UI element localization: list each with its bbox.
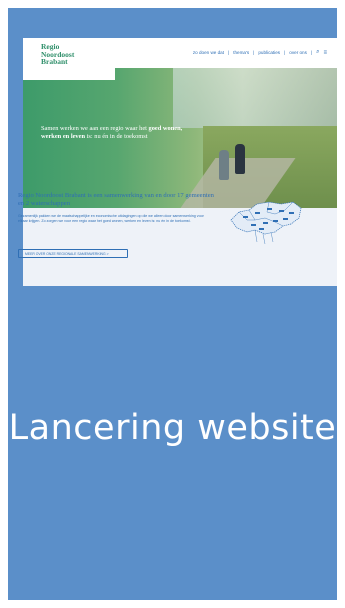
site-logo: Regio Noordoost Brabant: [41, 43, 74, 66]
cyclist: [235, 144, 245, 174]
menu-icon: ≡: [323, 49, 327, 56]
site-header: Regio Noordoost Brabant zo doen we dat |…: [23, 38, 337, 68]
nav-separator: |: [284, 50, 286, 55]
search-icon: ⌕: [316, 49, 320, 55]
region-map: [230, 201, 302, 245]
hero-text-part: is: nu én in de toekomst: [85, 133, 148, 140]
cyclist: [219, 150, 229, 180]
logo-line: Brabant: [41, 57, 68, 66]
nav-separator: |: [253, 50, 255, 55]
nav-item: publicaties: [258, 50, 281, 55]
caption-title: Lancering website: [8, 408, 337, 448]
nav-separator: |: [228, 50, 230, 55]
nav-item: zo doen we dat: [192, 50, 224, 55]
nav-item: thema's: [233, 50, 250, 55]
nav-separator: |: [310, 50, 313, 55]
hero-text: Samen werken we aan een regio waar het g…: [41, 125, 191, 141]
intro-body: Gezamenlijk pakken we de maatschappelijk…: [18, 214, 204, 223]
nav-item: over ons: [289, 50, 307, 55]
hero-text-part: Samen werken we aan een regio waar het: [41, 125, 149, 132]
site-nav: zo doen we dat | thema's | publicaties |…: [193, 49, 327, 56]
intro-cta-button: MEER OVER ONZE REGIONALE SAMENWERKING >: [18, 249, 128, 258]
sky: [173, 68, 337, 128]
intro-heading: Regio Noordoost Brabant is een samenwerk…: [18, 192, 214, 207]
hero-notch: [23, 68, 115, 80]
